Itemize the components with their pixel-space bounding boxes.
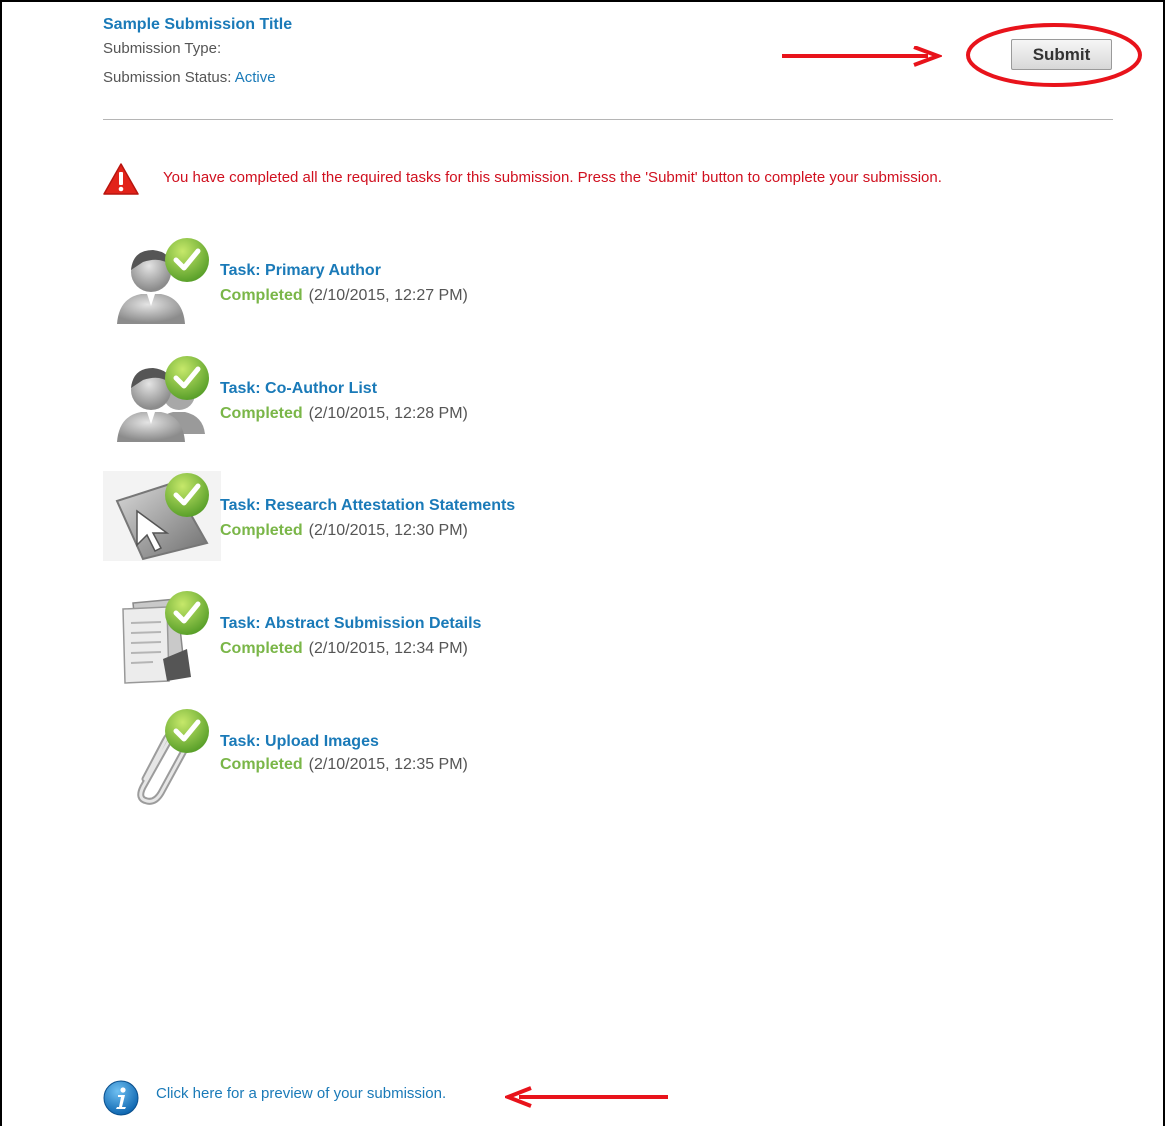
task-status-label: Completed (220, 287, 303, 304)
preview-link[interactable]: Click here for a preview of your submiss… (156, 1085, 446, 1102)
header-divider (103, 119, 1113, 120)
check-icon (165, 356, 209, 400)
submission-type: Submission Type: (103, 38, 743, 67)
task-status-label: Completed (220, 522, 303, 539)
task-status-label: Completed (220, 756, 303, 773)
task-name[interactable]: Task: Abstract Submission Details (220, 615, 481, 633)
task-item-co-author-list: Task: Co-Author List Completed (2/10/2015… (103, 354, 703, 474)
submission-status-value: Active (234, 69, 276, 86)
task-name[interactable]: Task: Co-Author List (220, 380, 377, 398)
task-name[interactable]: Task: Primary Author (220, 262, 381, 280)
task-timestamp: (2/10/2015, 12:34 PM) (308, 640, 468, 657)
annotation-arrow-right (782, 46, 942, 67)
task-status-label: Completed (220, 640, 303, 657)
task-status: Completed (2/10/2015, 12:34 PM) (220, 640, 468, 658)
submission-status: Submission Status: Active (103, 67, 743, 96)
task-timestamp: (2/10/2015, 12:28 PM) (308, 405, 468, 422)
completion-notice: You have completed all the required task… (163, 169, 942, 186)
task-timestamp: (2/10/2015, 12:27 PM) (308, 287, 468, 304)
check-icon (165, 238, 209, 282)
check-icon (165, 709, 209, 753)
task-timestamp: (2/10/2015, 12:30 PM) (308, 522, 468, 539)
submission-status-label: Submission Status: (103, 69, 232, 86)
info-icon (103, 1080, 139, 1116)
submit-button[interactable]: Submit (1011, 39, 1112, 70)
task-status-label: Completed (220, 405, 303, 422)
task-status: Completed (2/10/2015, 12:30 PM) (220, 522, 468, 540)
task-timestamp: (2/10/2015, 12:35 PM) (308, 756, 468, 773)
task-status: Completed (2/10/2015, 12:27 PM) (220, 287, 468, 305)
annotation-arrow-left (505, 1086, 668, 1108)
task-name[interactable]: Task: Research Attestation Statements (220, 497, 515, 515)
submission-type-label: Submission Type: (103, 40, 222, 57)
warning-triangle-icon (103, 163, 139, 195)
submission-header: Sample Submission Title Submission Type:… (103, 14, 743, 96)
task-item-upload-images: Task: Upload Images Completed (2/10/2015,… (103, 707, 703, 827)
task-item-research-attestation: Task: Research Attestation Statements Co… (103, 471, 703, 591)
task-status: Completed (2/10/2015, 12:28 PM) (220, 405, 468, 423)
task-status: Completed (2/10/2015, 12:35 PM) (220, 756, 468, 774)
task-item-primary-author: Task: Primary Author Completed (2/10/2015… (103, 236, 703, 356)
check-icon (165, 473, 209, 517)
check-icon (165, 591, 209, 635)
task-item-abstract-details: Task: Abstract Submission Details Comple… (103, 589, 703, 709)
task-name[interactable]: Task: Upload Images (220, 733, 379, 751)
submission-title[interactable]: Sample Submission Title (103, 14, 743, 38)
